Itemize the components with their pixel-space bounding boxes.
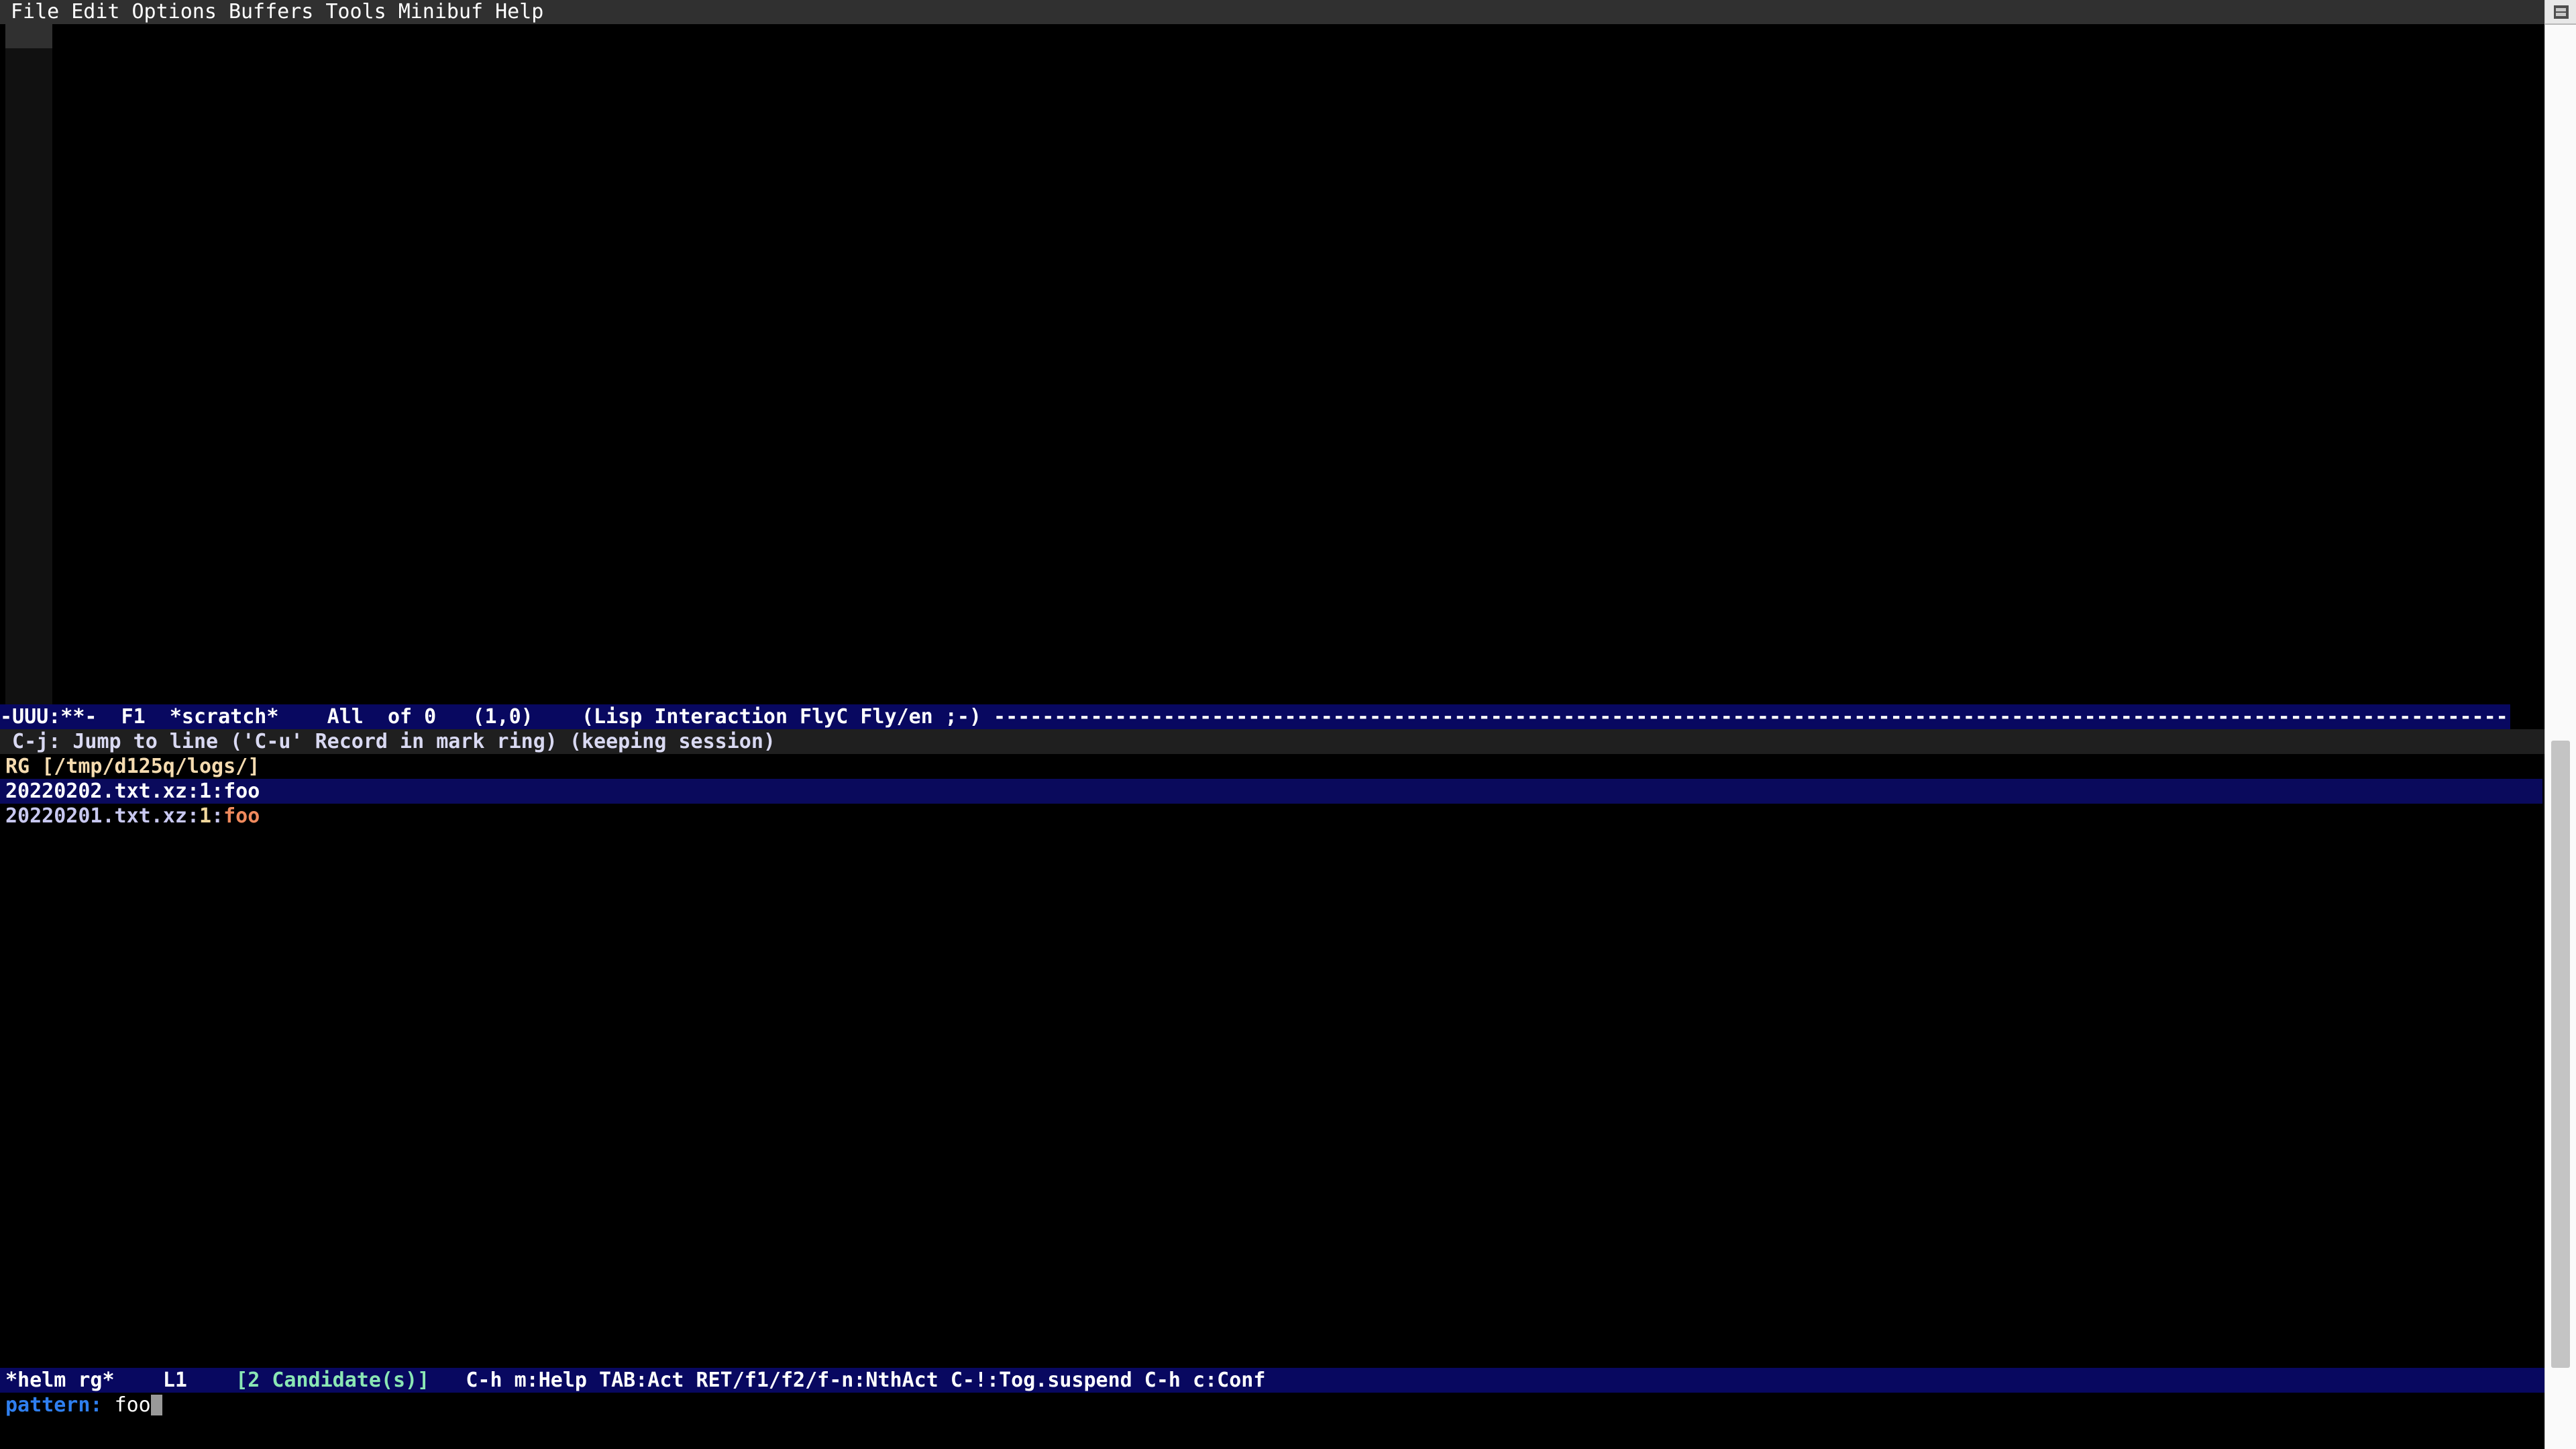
candidate-line-number: 1 bbox=[199, 780, 212, 803]
minibuffer-prompt: pattern: bbox=[5, 1393, 115, 1417]
menu-item-edit[interactable]: Edit bbox=[71, 0, 119, 24]
candidate-file-name: 20220201.txt.xz bbox=[5, 804, 187, 828]
candidate-match-text: foo bbox=[223, 780, 260, 803]
candidate-line-number: 1 bbox=[199, 804, 212, 828]
candidate-separator-1: : bbox=[186, 780, 199, 803]
helm-mode-line-buffer-name: *helm rg* bbox=[5, 1368, 115, 1392]
helm-candidate-row-1[interactable]: 20220202.txt.xz:1:foo bbox=[0, 779, 2542, 804]
menu-item-minibuf[interactable]: Minibuf bbox=[398, 0, 483, 24]
helm-mode-line-candidate-count: [2 Candidate(s)] bbox=[235, 1368, 430, 1392]
menu-item-help[interactable]: Help bbox=[495, 0, 543, 24]
menu-item-tools[interactable]: Tools bbox=[325, 0, 386, 24]
text-cursor bbox=[150, 1395, 162, 1415]
scrollbar-thumb[interactable] bbox=[2551, 741, 2570, 1368]
mode-line-text: -UUU:**- F1 *scratch* All of 0 (1,0) (Li… bbox=[0, 705, 994, 729]
candidate-separator-2: : bbox=[211, 780, 224, 803]
scratch-buffer-window[interactable] bbox=[0, 24, 2544, 704]
menu-item-buffers[interactable]: Buffers bbox=[229, 0, 313, 24]
menu-bar: File Edit Options Buffers Tools Minibuf … bbox=[0, 0, 2544, 24]
helm-mode-line-gap-1 bbox=[115, 1368, 163, 1392]
scratch-mode-line: -UUU:**- F1 *scratch* All of 0 (1,0) (Li… bbox=[0, 704, 2510, 729]
emacs-frame: File Edit Options Buffers Tools Minibuf … bbox=[0, 0, 2576, 1449]
helm-results-window[interactable]: RG [/tmp/d125q/logs/] 20220202.txt.xz:1:… bbox=[0, 754, 2544, 1368]
scrollbar-head-glyph-icon bbox=[2553, 5, 2569, 19]
helm-mode-line: *helm rg* L1 [2 Candidate(s)] C-h m:Help… bbox=[0, 1368, 2544, 1393]
helm-mode-line-line-indicator: L1 bbox=[162, 1368, 187, 1392]
helm-mode-line-gap-3 bbox=[429, 1368, 466, 1392]
candidate-separator-2: : bbox=[211, 804, 224, 828]
minibuffer-input-value[interactable]: foo bbox=[115, 1393, 151, 1417]
mode-line-dash-fill: ----------------------------------------… bbox=[994, 705, 2508, 729]
helm-candidate-row-2[interactable]: 20220201.txt.xz:1:foo bbox=[0, 804, 2542, 828]
vertical-scrollbar[interactable] bbox=[2544, 0, 2576, 1449]
helm-header-line: C-j: Jump to line ('C-u' Record in mark … bbox=[0, 729, 2544, 754]
scratch-left-fringe bbox=[5, 48, 52, 704]
helm-mode-line-keybindings: C-h m:Help TAB:Act RET/f1/f2/f-n:NthAct … bbox=[466, 1368, 1266, 1392]
menu-item-file[interactable]: File bbox=[11, 0, 59, 24]
menu-item-options[interactable]: Options bbox=[132, 0, 217, 24]
scrollbar-head-icon[interactable] bbox=[2545, 0, 2576, 25]
helm-source-header: RG [/tmp/d125q/logs/] bbox=[0, 754, 2544, 779]
candidate-file-name: 20220202.txt.xz bbox=[5, 780, 187, 803]
candidate-separator-1: : bbox=[186, 804, 199, 828]
helm-mode-line-gap-2 bbox=[187, 1368, 235, 1392]
minibuffer[interactable]: pattern: foo bbox=[0, 1393, 2544, 1419]
candidate-match-text: foo bbox=[223, 804, 260, 828]
scratch-fringe-top-block bbox=[5, 24, 52, 48]
